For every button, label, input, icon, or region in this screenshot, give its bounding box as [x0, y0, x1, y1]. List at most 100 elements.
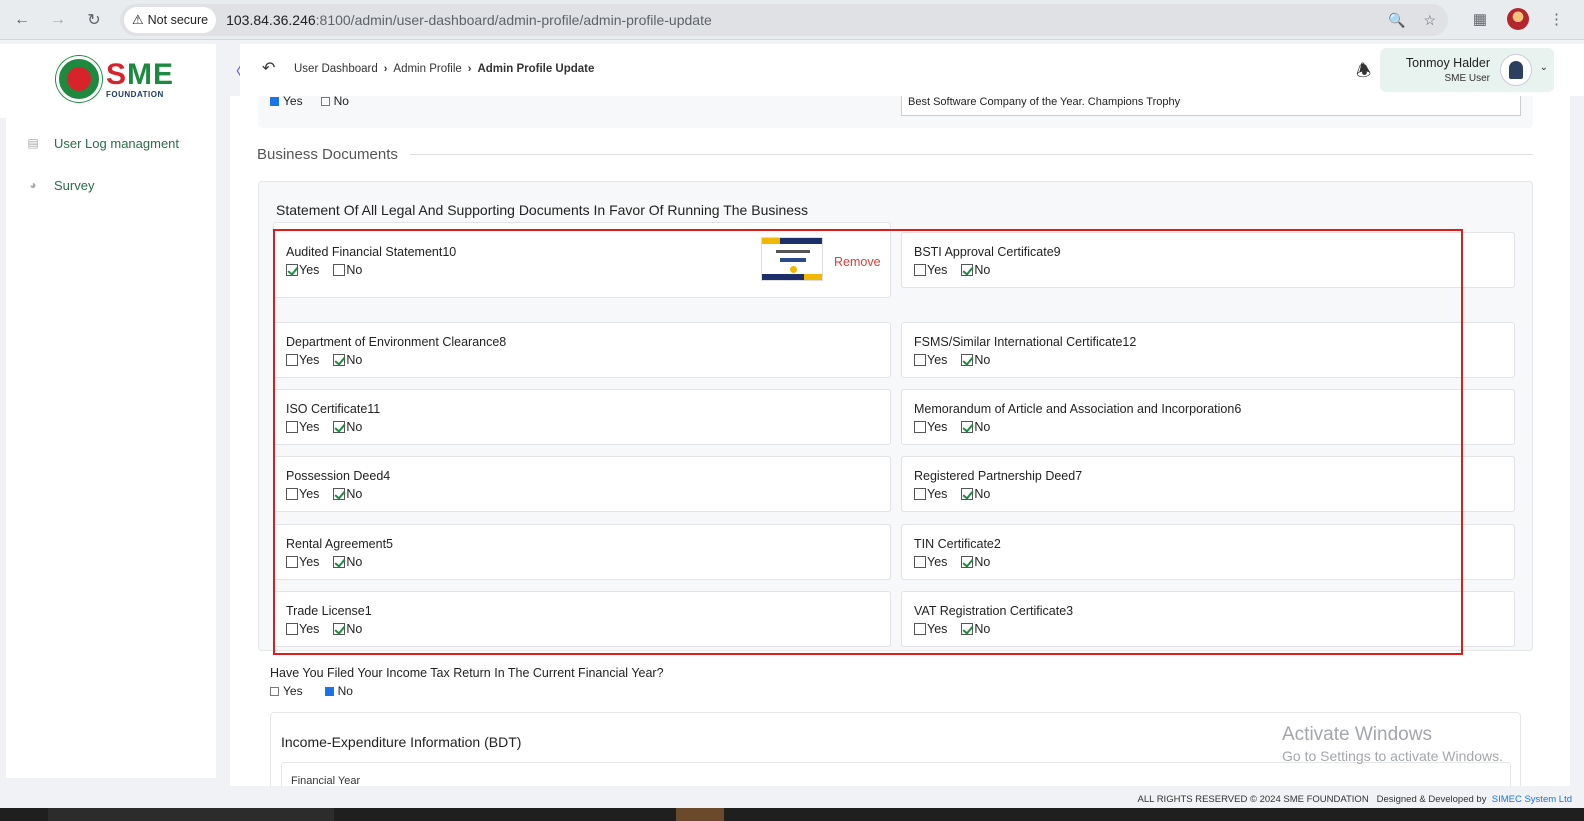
yes-label: Yes [299, 555, 320, 569]
bell-icon[interactable]: 🕭 [1356, 58, 1371, 87]
no-checkbox[interactable] [961, 488, 974, 500]
document-card: Audited Financial Statement10 Yes No Remove [273, 222, 891, 298]
yes-label: Yes [927, 555, 948, 569]
documents-title: Statement Of All Legal And Supporting Do… [276, 202, 809, 218]
yes-checkbox[interactable] [914, 421, 926, 433]
emblem-icon [56, 56, 102, 102]
address-bar[interactable]: ⚠ Not secure 103.84.36.246:8100/admin/us… [120, 4, 1448, 36]
top-header: ↶ User Dashboard › Admin Profile › Admin… [240, 44, 1584, 96]
no-checkbox[interactable] [961, 623, 974, 635]
no-checkbox[interactable] [333, 421, 346, 433]
document-card: FSMS/Similar International Certificate12… [901, 322, 1515, 378]
bookmark-star-icon[interactable]: ☆ [1423, 12, 1436, 29]
yes-checkbox[interactable] [286, 556, 298, 568]
forward-arrow-icon[interactable]: → [44, 6, 72, 34]
warning-icon: ⚠ [132, 12, 144, 27]
breadcrumb-admin-profile[interactable]: Admin Profile [393, 63, 461, 75]
sidebar-item-user-log[interactable]: ▤ User Log managment [6, 122, 216, 164]
yes-checkbox[interactable] [286, 421, 298, 433]
yes-label: Yes [927, 263, 948, 277]
document-label: Rental Agreement5 [286, 537, 394, 551]
user-menu[interactable]: Tonmoy Halder SME User ⌄ [1380, 48, 1554, 92]
no-label: No [346, 263, 363, 277]
no-label: No [974, 622, 991, 636]
divider [409, 154, 1533, 155]
no-label: No [346, 622, 363, 636]
chevron-down-icon: ⌄ [1539, 62, 1548, 73]
no-checkbox[interactable] [961, 354, 974, 366]
chevron-right-icon: › [383, 63, 388, 75]
no-label: No [974, 420, 991, 434]
yes-checkbox[interactable] [286, 623, 298, 635]
logo-foundation-text: FOUNDATION [106, 90, 164, 99]
tax-question: Have You Filed Your Income Tax Return In… [270, 666, 664, 680]
taskbar [0, 808, 1584, 821]
footer-company-link[interactable]: SIMEC System Ltd [1492, 794, 1572, 805]
remove-attachment-link[interactable]: Remove [834, 255, 881, 269]
document-card: Rental Agreement5 Yes No [273, 524, 891, 580]
reload-icon[interactable]: ↻ [80, 6, 108, 34]
yes-checkbox[interactable] [914, 264, 926, 276]
yes-checkbox[interactable] [286, 264, 298, 276]
no-label: No [974, 555, 991, 569]
breadcrumb-user-dashboard[interactable]: User Dashboard [294, 63, 378, 75]
url-text[interactable]: 103.84.36.246:8100/admin/user-dashboard/… [226, 12, 712, 28]
yes-label: Yes [299, 622, 320, 636]
awards-yes-checkbox[interactable] [270, 96, 279, 106]
income-title: Income-Expenditure Information (BDT) [281, 734, 522, 750]
yes-checkbox[interactable] [914, 623, 926, 635]
document-label: Registered Partnership Deed7 [914, 469, 1083, 483]
document-card: ISO Certificate11 Yes No [273, 389, 891, 445]
document-label: Department of Environment Clearance8 [286, 335, 507, 349]
certificate-thumbnail[interactable] [761, 237, 823, 281]
document-label: Possession Deed4 [286, 469, 391, 483]
document-label: Memorandum of Article and Association an… [914, 402, 1242, 416]
no-label: No [346, 555, 363, 569]
awards-no-checkbox[interactable] [320, 96, 330, 106]
no-checkbox[interactable] [333, 623, 346, 635]
yes-checkbox[interactable] [914, 354, 926, 366]
no-checkbox[interactable] [961, 421, 974, 433]
menu-icon[interactable]: ⋮ [1549, 10, 1564, 28]
profile-avatar-icon[interactable] [1507, 8, 1529, 30]
document-card: Memorandum of Article and Association an… [901, 389, 1515, 445]
zoom-icon[interactable]: 🔍 [1388, 12, 1405, 29]
windows-activation-watermark: Activate Windows Go to Settings to activ… [1282, 724, 1503, 764]
footer: ALL RIGHTS RESERVED © 2024 SME FOUNDATIO… [0, 786, 1584, 808]
yes-checkbox[interactable] [286, 488, 298, 500]
pie-chart-icon: ◕ [29, 178, 37, 192]
no-checkbox[interactable] [333, 354, 346, 366]
yes-checkbox[interactable] [914, 488, 926, 500]
document-card: Trade License1 Yes No [273, 591, 891, 647]
security-chip[interactable]: ⚠ Not secure [124, 7, 217, 33]
document-card: BSTI Approval Certificate9 Yes No [901, 232, 1515, 288]
tax-no-checkbox[interactable] [324, 686, 334, 696]
brand-logo[interactable]: SME FOUNDATION [0, 44, 216, 118]
document-label: FSMS/Similar International Certificate12 [914, 335, 1137, 349]
financial-year-field[interactable]: Financial Year [281, 762, 1511, 786]
breadcrumb-current: Admin Profile Update [477, 63, 595, 75]
user-role: SME User [1444, 73, 1490, 84]
no-label: No [346, 353, 363, 367]
tax-yes-checkbox[interactable] [270, 686, 279, 696]
section-heading: Business Documents [257, 146, 1533, 163]
no-checkbox[interactable] [961, 556, 974, 568]
browser-toolbar: ← → ↻ ⚠ Not secure 103.84.36.246:8100/ad… [0, 0, 1584, 40]
main-content: Yes No Best Software Company of the Year… [230, 96, 1570, 786]
yes-label: Yes [927, 487, 948, 501]
undo-back-icon[interactable]: ↶ [262, 58, 275, 78]
yes-label: Yes [927, 420, 948, 434]
sidebar-item-survey[interactable]: ◕ Survey [6, 164, 216, 206]
no-checkbox[interactable] [961, 264, 974, 276]
awards-input[interactable]: Best Software Company of the Year. Champ… [901, 96, 1521, 116]
yes-checkbox[interactable] [914, 556, 926, 568]
documents-panel: Statement Of All Legal And Supporting Do… [258, 181, 1533, 651]
yes-label: Yes [927, 622, 948, 636]
yes-checkbox[interactable] [286, 354, 298, 366]
document-label: Audited Financial Statement10 [286, 245, 457, 259]
no-checkbox[interactable] [333, 264, 346, 276]
extensions-icon[interactable]: ▦ [1473, 10, 1487, 28]
back-arrow-icon[interactable]: ← [8, 6, 36, 34]
no-checkbox[interactable] [333, 488, 346, 500]
no-checkbox[interactable] [333, 556, 346, 568]
